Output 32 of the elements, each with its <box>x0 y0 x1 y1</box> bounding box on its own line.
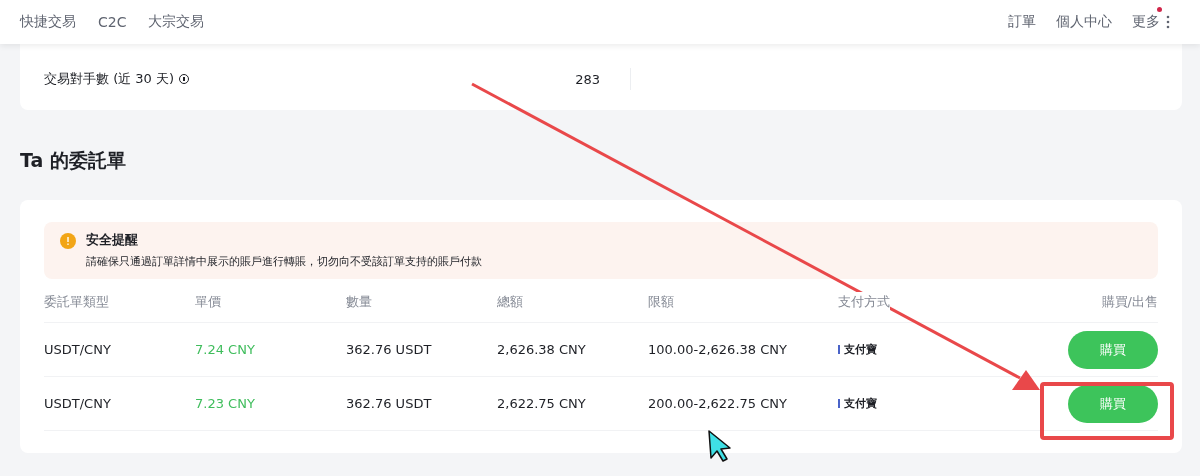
nav-link[interactable]: 更多 <box>1132 13 1160 31</box>
table-cell: USDT/CNY <box>44 342 111 357</box>
table-cell: 2,622.75 CNY <box>497 396 586 411</box>
stat-value: 283 <box>575 71 600 87</box>
table-cell: 100.00-2,626.38 CNY <box>648 342 787 357</box>
nav-link[interactable]: 訂單 <box>1008 13 1036 31</box>
nav-link[interactable]: 大宗交易 <box>148 13 205 31</box>
table-cell: 7.23 CNY <box>195 396 255 411</box>
column-header: 限額 <box>648 292 674 312</box>
nav-link[interactable]: C2C <box>98 14 127 30</box>
nav-link[interactable]: 個人中心 <box>1056 13 1112 31</box>
warning-icon <box>60 233 76 249</box>
table-cell: 2,626.38 CNY <box>497 342 586 357</box>
payment-marker <box>838 399 840 408</box>
cursor-icon <box>708 430 731 462</box>
payment-marker <box>838 345 840 354</box>
column-header: 委託單類型 <box>44 292 109 312</box>
table-cell: 7.24 CNY <box>195 342 255 357</box>
payment-method: 支付寶 <box>844 396 877 411</box>
table-cell: 362.76 USDT <box>346 396 432 411</box>
column-header: 支付方式 <box>838 292 890 312</box>
stat-label: 交易對手數 (近 30 天) <box>44 70 175 88</box>
alert-message: 請確保只通過訂單詳情中展示的賬戶進行轉賬，切勿向不受該訂單支持的賬戶付款 <box>86 254 482 270</box>
nav-link[interactable]: 快捷交易 <box>20 13 76 31</box>
alert-title: 安全提醒 <box>86 231 139 249</box>
table-cell: 362.76 USDT <box>346 342 432 357</box>
section-title: Ta 的委託單 <box>20 148 127 172</box>
payment-method: 支付寶 <box>844 342 877 357</box>
column-header: 總額 <box>497 292 523 312</box>
table-cell: USDT/CNY <box>44 396 111 411</box>
more-icon[interactable] <box>1166 15 1170 29</box>
table-cell: 200.00-2,622.75 CNY <box>648 396 787 411</box>
